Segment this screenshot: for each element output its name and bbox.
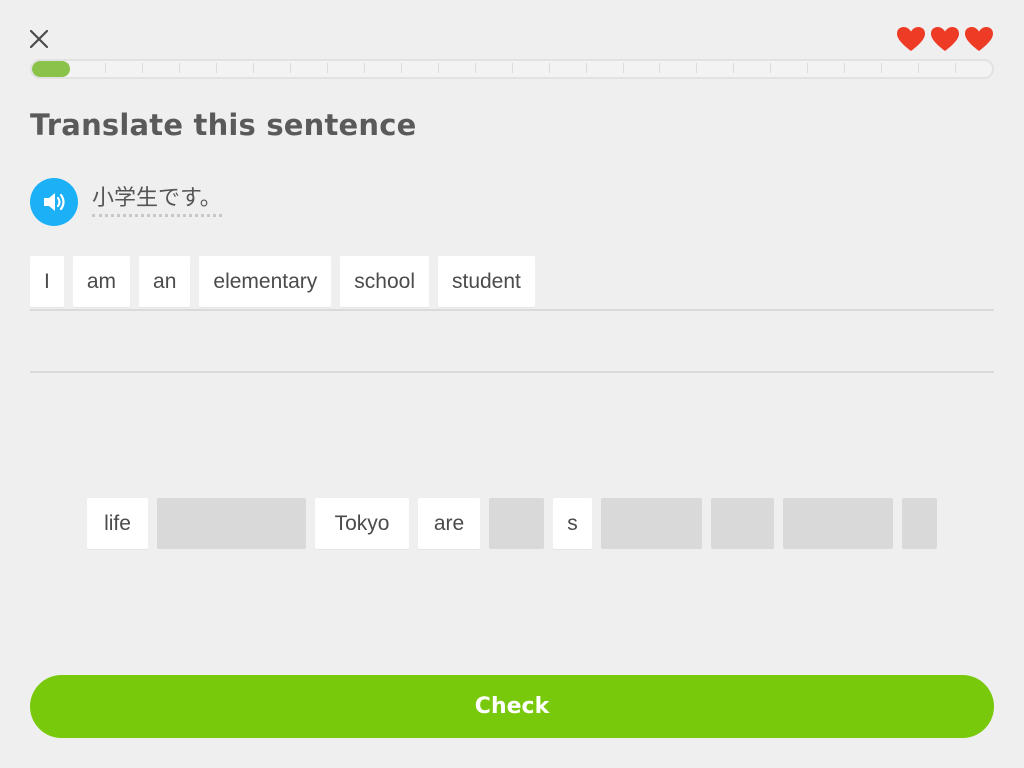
progress-segment [697,63,735,73]
progress-segment [587,63,624,73]
heart-icon [964,26,994,52]
progress-segment [476,63,513,73]
progress-segment [550,63,587,73]
word-bank-empty-slot [489,498,544,549]
word-bank: life Tokyo are s [87,498,937,549]
progress-segment [69,63,106,73]
play-audio-button[interactable] [30,178,78,226]
answer-tile[interactable]: an [139,256,191,307]
progress-segment [660,63,698,73]
word-bank-empty-slot [902,498,937,549]
speaker-icon [44,193,65,211]
progress-segment [919,63,957,73]
progress-segment [106,63,143,73]
progress-segment [845,63,883,73]
answer-tile[interactable]: am [72,256,131,307]
progress-segment [734,63,772,73]
word-bank-empty-slot [711,498,774,549]
prompt-sentence[interactable]: 小学生です。 [92,187,222,217]
exercise-title: Translate this sentence [30,108,417,142]
progress-segment [771,63,809,73]
progress-segment [439,63,476,73]
answer-line [30,309,994,311]
progress-fill [32,61,71,77]
progress-segment [513,63,550,73]
word-bank-empty-slot [157,498,306,549]
check-button[interactable]: Check [30,675,994,738]
progress-segment [808,63,846,73]
heart-icon [930,26,960,52]
progress-segment [143,63,180,73]
progress-segments [32,61,992,77]
prompt: 小学生です。 [30,178,222,226]
word-bank-tile[interactable]: s [553,498,592,549]
progress-segment [217,63,254,73]
progress-segment [365,63,402,73]
answer-tile[interactable]: school [340,256,429,307]
progress-segment [882,63,920,73]
close-icon [29,29,49,49]
lesson-screen: Translate this sentence 小学生です。 I am an e… [0,0,1024,768]
answer-tile[interactable]: student [437,256,535,307]
progress-segment [624,63,661,73]
answer-area: I am an elementary school student [30,256,535,307]
word-bank-empty-slot [601,498,702,549]
progress-segment [402,63,439,73]
close-button[interactable] [26,26,52,52]
word-bank-tile[interactable]: Tokyo [315,498,409,549]
progress-segment [254,63,291,73]
progress-bar [30,59,994,79]
answer-tile[interactable]: I [30,256,64,307]
progress-segment [328,63,365,73]
word-bank-empty-slot [783,498,893,549]
heart-icon [896,26,926,52]
answer-tile[interactable]: elementary [199,256,332,307]
progress-segment [956,63,992,73]
word-bank-tile[interactable]: are [418,498,480,549]
progress-segment [291,63,328,73]
answer-line [30,371,994,373]
progress-segment [180,63,217,73]
word-bank-tile[interactable]: life [87,498,148,549]
hearts [896,26,994,52]
